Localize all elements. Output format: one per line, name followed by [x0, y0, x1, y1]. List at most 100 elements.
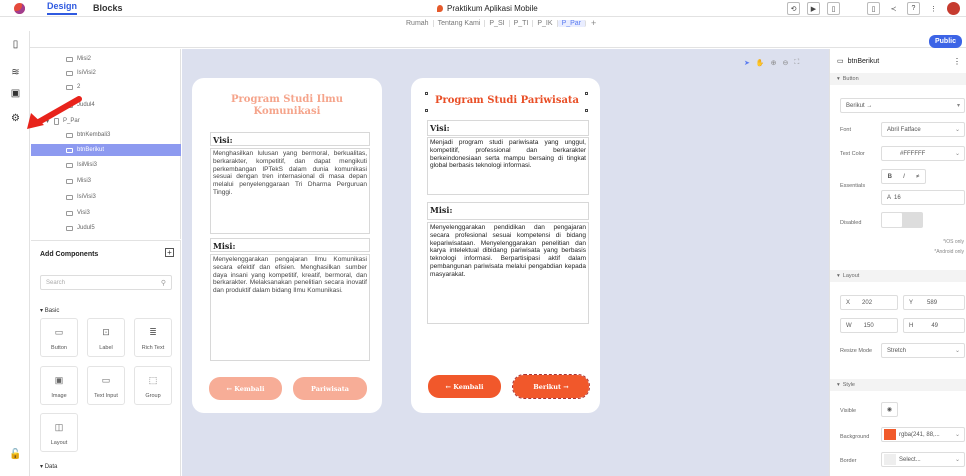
component-tile-text-input[interactable]: ▭ Text Input: [87, 366, 125, 405]
color-swatch: [884, 454, 896, 465]
component-tile-image[interactable]: ▣ Image: [40, 366, 78, 405]
chevron-down-icon: ⌄: [954, 432, 960, 438]
mobile-icon[interactable]: ▯: [867, 2, 880, 15]
public-button[interactable]: Public: [928, 35, 962, 48]
project-icon: [437, 5, 443, 12]
resize-mode-select[interactable]: Stretch ⌄: [881, 343, 965, 358]
x-value: 202: [862, 299, 873, 306]
disabled-label: Disabled: [840, 220, 862, 226]
label-icon: [66, 210, 73, 216]
zoom-in-icon[interactable]: ⊕: [771, 59, 777, 67]
label-icon: ⊡: [102, 327, 110, 337]
hand-icon[interactable]: ✋: [756, 59, 765, 67]
visi-text-box: Menjadi program studi pariwisata yang un…: [427, 137, 589, 195]
visible-toggle[interactable]: ◉: [881, 402, 898, 417]
page-tab-tentang-kami[interactable]: Tentang Kami: [434, 19, 486, 27]
button-section-header[interactable]: ▾ Button: [830, 73, 966, 85]
fit-screen-icon[interactable]: ⛶: [794, 59, 799, 67]
tile-label: Label: [99, 345, 113, 351]
component-tile-button[interactable]: ▭ Button: [40, 318, 78, 357]
basic-section-toggle[interactable]: ▾ Basic: [40, 307, 59, 314]
tree-item-label: IsiVisi2: [77, 70, 96, 76]
database-icon[interactable]: ≋: [10, 67, 21, 78]
kembali-button[interactable]: ← Kembali: [428, 375, 501, 398]
bold-button[interactable]: B: [888, 174, 892, 180]
layout-section-header[interactable]: ▾ Layout: [830, 270, 966, 282]
component-header: ▭ btnBerikut ⋮: [830, 55, 966, 67]
selection-handle[interactable]: [585, 109, 588, 112]
media-icon[interactable]: ▣: [10, 88, 21, 99]
page-tab-rumah[interactable]: Rumah: [402, 19, 434, 27]
gear-icon[interactable]: ⚙: [10, 113, 21, 124]
preview-icon[interactable]: ▶: [807, 2, 820, 15]
page-tab-p-par[interactable]: P_Par: [557, 19, 587, 27]
screens-icon[interactable]: ▯: [10, 39, 21, 50]
page-tab-p-si[interactable]: P_SI: [485, 19, 510, 27]
font-size-input[interactable]: A 16: [881, 190, 965, 205]
tree-item[interactable]: Misi2: [31, 53, 181, 65]
w-value: 150: [863, 322, 874, 329]
phone-screen-ilmu-komunikasi: Program Studi Ilmu Komunikasi Visi: Meng…: [192, 78, 382, 413]
component-search-input[interactable]: Search ⚲: [40, 275, 172, 290]
add-component-icon[interactable]: +: [165, 248, 174, 257]
strikethrough-button[interactable]: ≠: [916, 174, 919, 180]
pariwisata-button[interactable]: Pariwisata: [293, 377, 367, 400]
search-icon: ⚲: [160, 280, 166, 287]
selection-handle[interactable]: [425, 109, 428, 112]
tab-blocks[interactable]: Blocks: [93, 3, 123, 13]
component-tile-rich-text[interactable]: ≣ Rich Text: [134, 318, 172, 357]
tree-item[interactable]: 2: [31, 81, 181, 93]
text-color-value: #FFFFFF: [900, 150, 926, 157]
help-icon[interactable]: ?: [907, 2, 920, 15]
pointer-icon[interactable]: ➤: [744, 59, 750, 67]
button-text-input[interactable]: Berikut → ▾: [840, 98, 965, 113]
component-tile-layout[interactable]: ◫ Layout: [40, 413, 78, 452]
background-select[interactable]: rgba(241, 88,... ⌄: [881, 427, 965, 442]
disabled-toggle[interactable]: [881, 212, 923, 228]
resize-mode-label: Resize Mode: [840, 348, 873, 354]
data-section-label: Data: [44, 464, 58, 470]
lock-icon[interactable]: 🔓: [9, 449, 21, 460]
selection-handle[interactable]: [425, 92, 428, 95]
h-input[interactable]: H 49: [903, 318, 965, 333]
w-input[interactable]: W 150: [840, 318, 898, 333]
tree-item[interactable]: IsiVisi3: [31, 191, 181, 203]
italic-button[interactable]: I: [903, 174, 905, 180]
avatar[interactable]: [947, 2, 960, 15]
page-tab-p-ti[interactable]: P_TI: [510, 19, 534, 27]
share-icon[interactable]: ≺: [887, 2, 900, 15]
add-components-title: Add Components: [40, 251, 99, 258]
tree-item[interactable]: IsiMisi3: [31, 159, 181, 171]
label-icon: [66, 162, 73, 168]
more-icon[interactable]: ⋮: [953, 57, 961, 66]
tree-item[interactable]: Judul5: [31, 222, 181, 234]
tree-item-selected[interactable]: btnBerikut: [31, 144, 181, 156]
more-icon[interactable]: ⋮: [927, 2, 940, 15]
border-select[interactable]: Select... ⌄: [881, 452, 965, 467]
annotation-arrow: [27, 96, 82, 129]
data-section-toggle[interactable]: ▾ Data: [40, 463, 57, 470]
kembali-button[interactable]: ← Kembali: [209, 377, 282, 400]
chevron-down-icon: ⌄: [954, 457, 960, 463]
selection-handle[interactable]: [585, 92, 588, 95]
page-tab-p-ik[interactable]: P_IK: [533, 19, 558, 27]
zoom-out-icon[interactable]: ⊖: [782, 59, 788, 67]
component-tile-label[interactable]: ⊡ Label: [87, 318, 125, 357]
tree-item[interactable]: Misi3: [31, 175, 181, 187]
history-icon[interactable]: ⟲: [787, 2, 800, 15]
x-input[interactable]: X 202: [840, 295, 898, 310]
page-title: Program Studi Pariwisata: [434, 95, 580, 106]
berikut-button[interactable]: Berikut →: [512, 374, 590, 399]
style-section-header[interactable]: ▾ Style: [830, 379, 966, 391]
component-tile-group[interactable]: ⬚ Group: [134, 366, 172, 405]
tree-item[interactable]: IsiVisi2: [31, 67, 181, 79]
add-page-button[interactable]: +: [586, 18, 596, 28]
font-select[interactable]: Abril Fatface ⌄: [881, 122, 965, 137]
tab-design[interactable]: Design: [47, 1, 78, 15]
tree-item[interactable]: Visi3: [31, 207, 181, 219]
y-value: 589: [927, 299, 938, 306]
tile-label: Layout: [50, 440, 68, 446]
text-color-select[interactable]: #FFFFFF ⌄: [881, 146, 965, 161]
y-input[interactable]: Y 589: [903, 295, 965, 310]
device-preview-icon[interactable]: ▯: [827, 2, 840, 15]
